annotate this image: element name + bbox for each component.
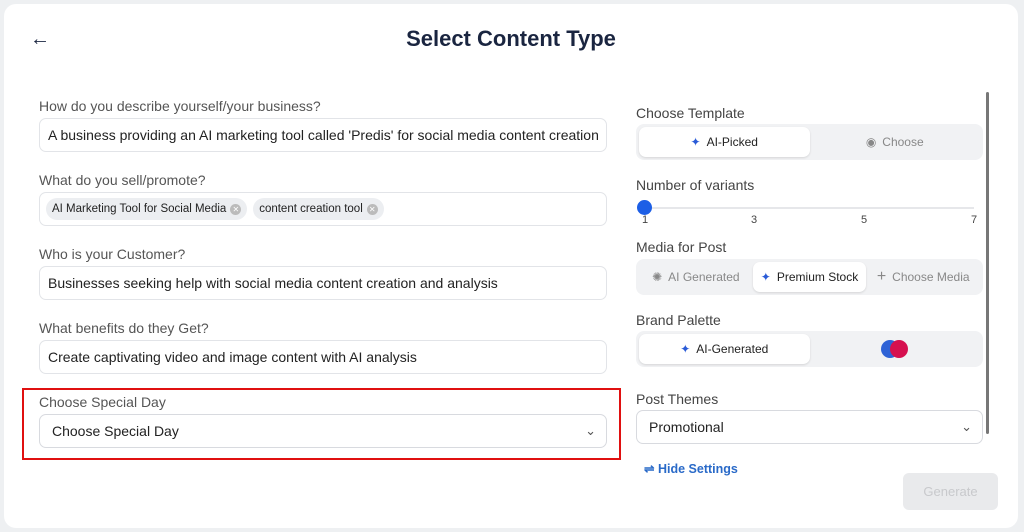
variants-label: Number of variants (636, 177, 755, 193)
themes-label: Post Themes (636, 391, 719, 407)
chevron-down-icon: ⌄ (585, 423, 596, 438)
palette-toggle: ✦ AI-Generated (636, 331, 983, 367)
magic-wand-icon: ✦ (680, 342, 691, 356)
palette-custom[interactable] (810, 334, 981, 364)
hide-settings-link[interactable]: ⇌ Hide Settings (644, 461, 738, 476)
tick-label: 7 (971, 214, 978, 226)
remove-tag-icon[interactable]: ✕ (366, 204, 378, 215)
color-swatch-icon (880, 340, 909, 358)
magic-wand-icon: ✦ (760, 270, 771, 284)
sell-tags-input[interactable]: AI Marketing Tool for Social Media ✕ cont… (39, 192, 607, 226)
chevron-down-icon: ⌄ (961, 419, 972, 434)
template-label: Choose Template (636, 105, 745, 121)
palette-label: Brand Palette (636, 312, 721, 328)
tick-label: 5 (861, 214, 868, 226)
palette-ai-generated[interactable]: ✦ AI-Generated (639, 334, 810, 364)
customer-input[interactable]: Businesses seeking help with social medi… (39, 266, 607, 300)
template-toggle: ✦ AI-Picked ◉ Choose (636, 124, 983, 160)
special-day-label: Choose Special Day (39, 394, 166, 410)
generate-button[interactable]: Generate (903, 473, 998, 510)
tick-label: 3 (751, 214, 758, 226)
media-choose[interactable]: + Choose Media (866, 262, 980, 292)
sliders-icon: ⇌ (644, 462, 655, 476)
tag-chip: AI Marketing Tool for Social Media ✕ (46, 198, 248, 220)
sparkle-icon: ✺ (652, 270, 663, 284)
magic-wand-icon: ✦ (690, 135, 701, 149)
page-title: Select Content Type (406, 26, 616, 51)
variants-slider[interactable] (637, 200, 974, 215)
benefits-label: What benefits do they Get? (39, 320, 209, 336)
media-premium-stock[interactable]: ✦ Premium Stock (752, 262, 867, 292)
special-day-select[interactable]: Choose Special Day ⌄ (39, 414, 607, 448)
template-icon: ◉ (865, 135, 877, 149)
template-choose[interactable]: ◉ Choose (810, 127, 981, 157)
describe-input[interactable]: A business providing an AI marketing too… (39, 118, 607, 152)
remove-tag-icon[interactable]: ✕ (230, 204, 242, 215)
plus-icon: + (876, 268, 887, 285)
describe-label: How do you describe yourself/your busine… (39, 98, 321, 114)
customer-label: Who is your Customer? (39, 246, 186, 262)
benefits-input[interactable]: Create captivating video and image conte… (39, 340, 607, 374)
tag-chip: content creation tool ✕ (253, 198, 384, 220)
themes-select[interactable]: Promotional ⌄ (636, 410, 983, 444)
scrollbar[interactable] (986, 92, 989, 434)
media-ai-generated[interactable]: ✺ AI Generated (639, 262, 753, 292)
slider-handle[interactable] (637, 200, 652, 215)
media-label: Media for Post (636, 239, 727, 255)
template-ai-picked[interactable]: ✦ AI-Picked (639, 127, 810, 157)
sell-label: What do you sell/promote? (39, 172, 206, 188)
tick-label: 1 (642, 214, 649, 226)
media-toggle: ✺ AI Generated ✦ Premium Stock + Choose Med… (636, 259, 983, 295)
